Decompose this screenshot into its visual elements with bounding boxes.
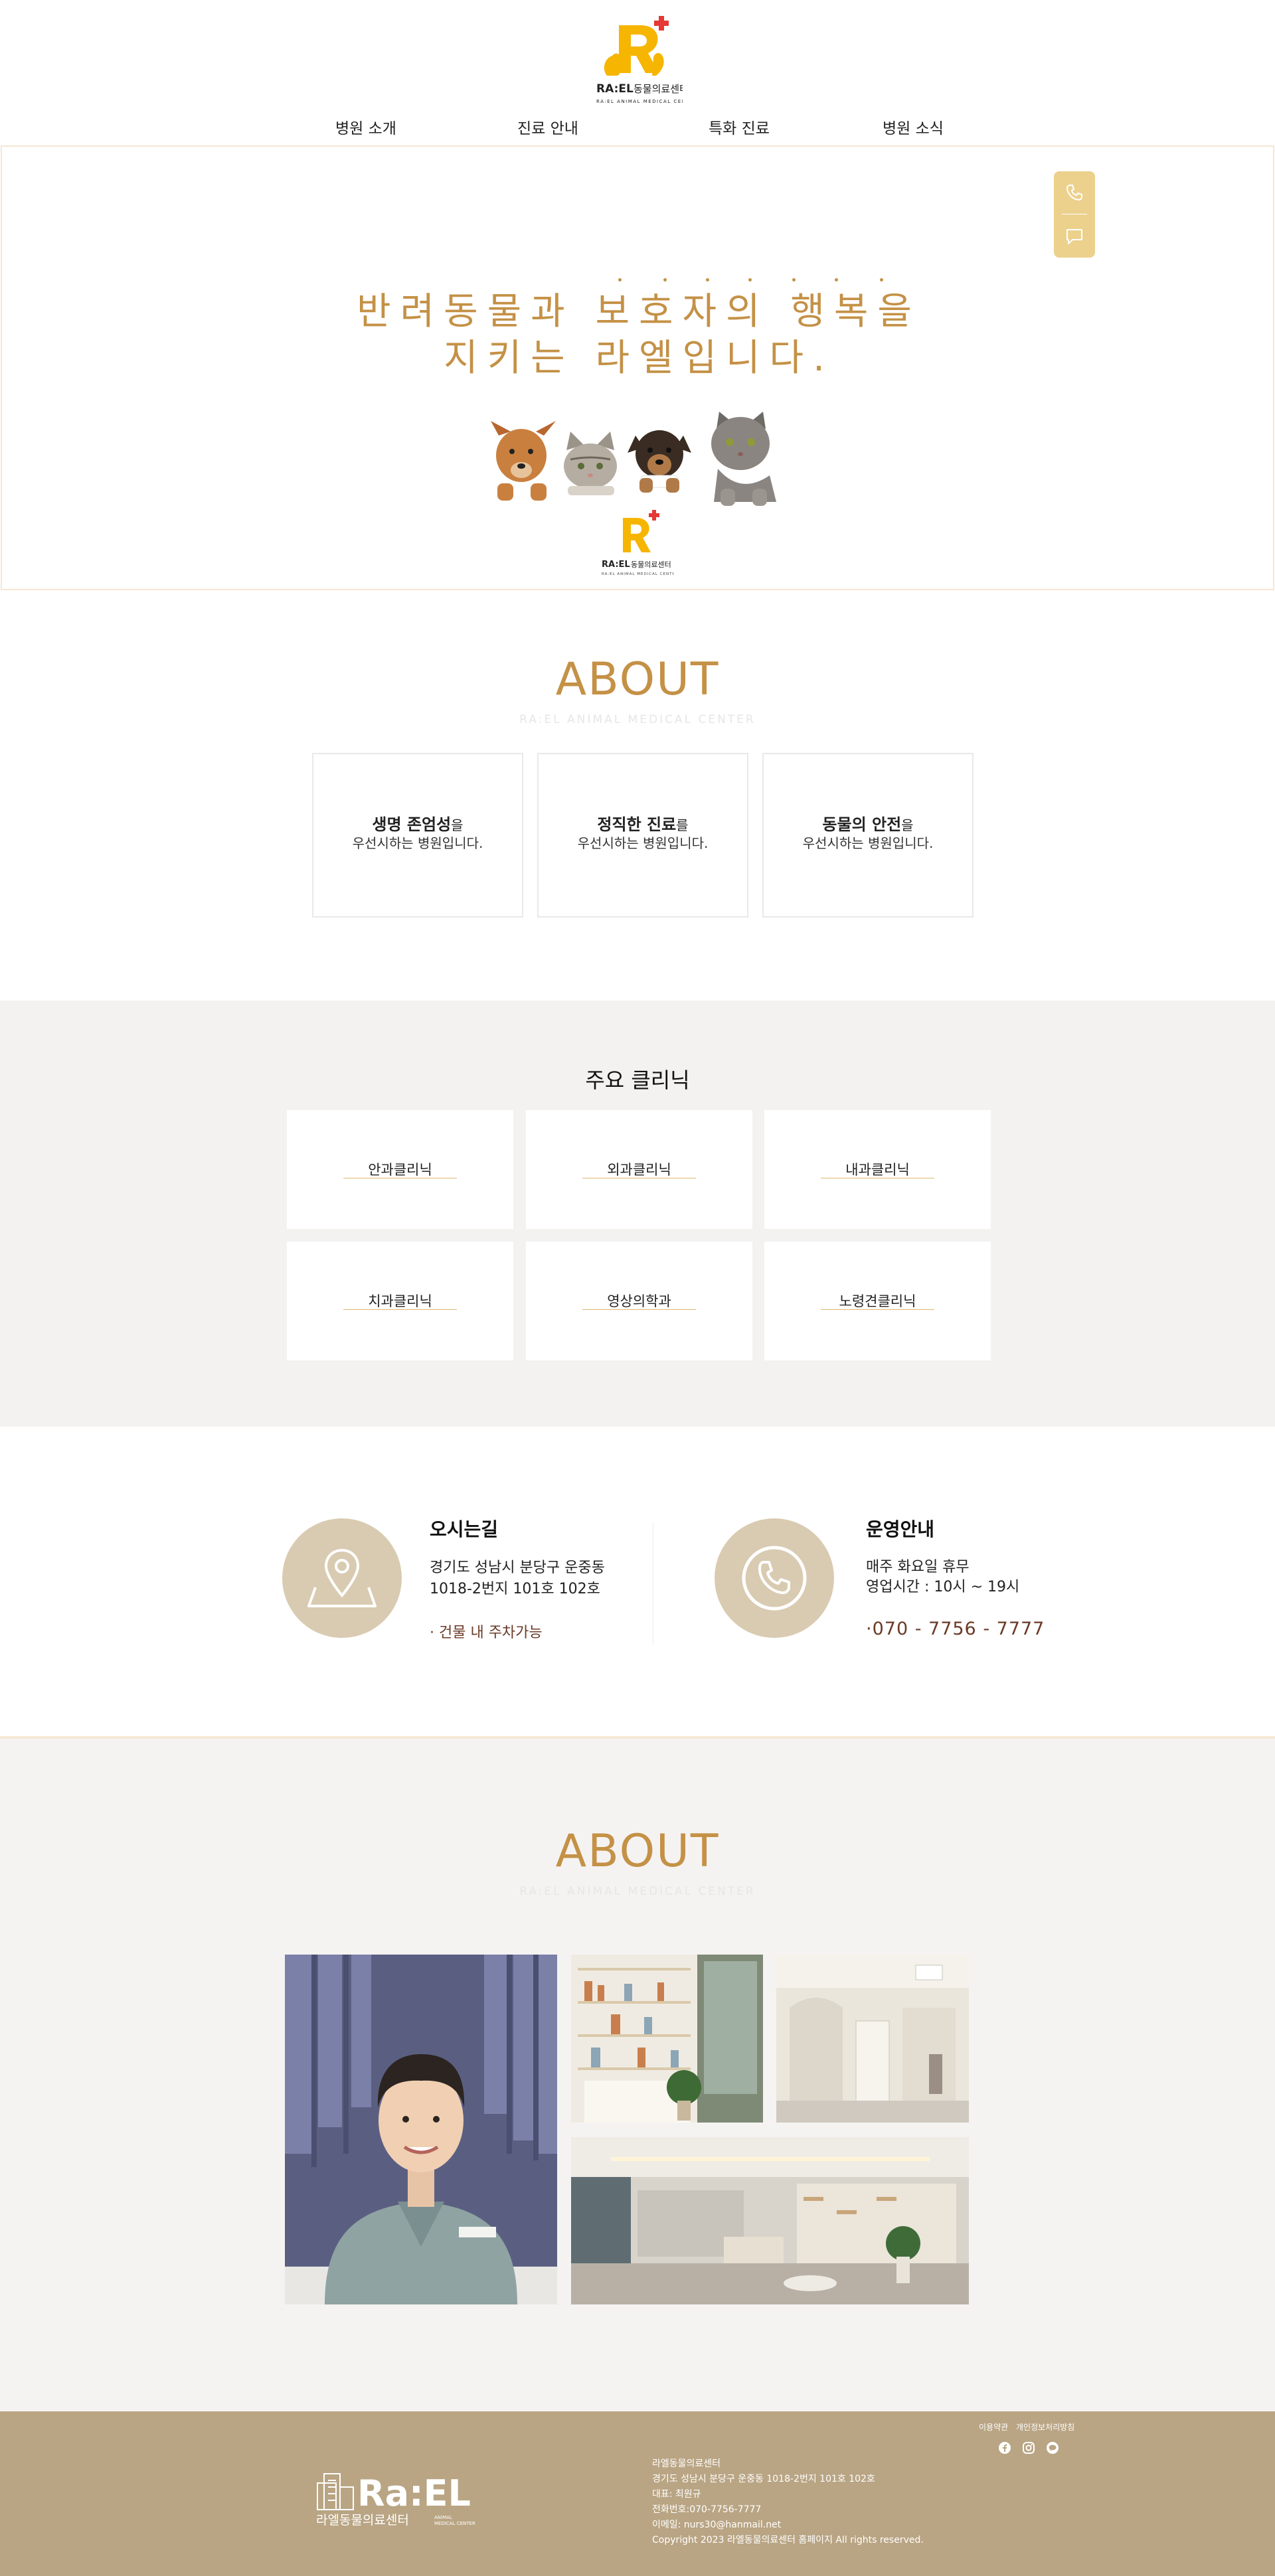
chat-button[interactable] (1054, 215, 1095, 258)
value-line2: 우선시하는 병원입니다. (577, 835, 709, 851)
clinic-card-surgery[interactable]: 외과클리닉 (526, 1110, 752, 1229)
value-rest: 를 (676, 817, 689, 833)
value-bold: 생명 존엄성 (372, 815, 452, 834)
about-subtitle: RA:EL ANIMAL MEDICAL CENTER (519, 713, 756, 726)
about-gallery-section: ABOUT RA:EL ANIMAL MEDICAL CENTER (0, 1739, 1275, 2411)
doctor-photo (285, 1955, 557, 2304)
pets-illustration (484, 409, 809, 509)
footer-copyright: Copyright 2023 라엘동물의료센터 홈페이지 All rights … (652, 2535, 924, 2545)
footer-email: 이메일: nurs30@hanmail.net (652, 2520, 782, 2530)
footer-phone: 전화번호:070-7756-7777 (652, 2504, 762, 2515)
svg-text:동물의료센터: 동물의료센터 (631, 560, 671, 569)
map-pin-icon (307, 1548, 377, 1607)
lobby-photo (571, 2137, 969, 2304)
value-bold: 동물의 안전 (822, 815, 902, 834)
location-address1: 경기도 성남시 분당구 운중동 (430, 1560, 605, 1576)
footer-logo-small2: MEDICAL CENTER (434, 2521, 475, 2526)
quick-contact-bar (1054, 171, 1095, 258)
logo-korean: 동물의료센터 (634, 83, 683, 95)
footer-info: 라엘동물의료센터 경기도 성남시 분당구 운중동 1018-2번지 101호 1… (652, 2456, 924, 2548)
footer-ceo: 대표: 최원규 (652, 2489, 701, 2500)
value-line2: 우선시하는 병원입니다. (802, 835, 934, 851)
phone-circle-icon (742, 1546, 807, 1611)
hours-open: 영업시간 : 10시 ~ 19시 (866, 1579, 1020, 1595)
terms-link[interactable]: 이용약관 (979, 2423, 1008, 2432)
clinics-title: 주요 클리닉 (585, 1068, 690, 1093)
nav-item-news[interactable]: 병원 소식 (883, 116, 944, 138)
value-rest: 을 (451, 817, 464, 833)
nav-item-special[interactable]: 특화 진료 (709, 116, 770, 138)
footer-links: 이용약관 개인정보처리방침 (979, 2421, 1080, 2433)
clinic-card-imaging[interactable]: 영상의학과 (526, 1242, 752, 1360)
value-line2: 우선시하는 병원입니다. (352, 835, 483, 851)
footer-address: 경기도 성남시 분당구 운중동 1018-2번지 101호 102호 (652, 2474, 875, 2484)
pharmacy-shelves-photo (571, 1955, 763, 2123)
logo-tagline: RA:EL ANIMAL MEDICAL CENTER (596, 99, 683, 104)
site-header: RA:EL 동물의료센터 RA:EL ANIMAL MEDICAL CENTER… (0, 0, 1275, 145)
clinic-card-internal[interactable]: 내과클리닉 (764, 1110, 991, 1229)
clinics-section: 주요 클리닉 안과클리닉 외과클리닉 내과클리닉 치과클리닉 영상의학과 노령견… (0, 1001, 1275, 1427)
clinic-label: 내과클리닉 (845, 1162, 910, 1178)
clinic-label: 외과클리닉 (607, 1162, 671, 1178)
hero-headline-line1: 반려동물과 보호자의 행복을 (357, 290, 921, 333)
clinic-card-dental[interactable]: 치과클리닉 (287, 1242, 513, 1360)
hours-title: 운영안내 (866, 1518, 935, 1540)
value-bold: 정직한 진료 (597, 815, 677, 834)
location-address2: 1018-2번지 101호 102호 (430, 1581, 600, 1597)
clinic-label: 영상의학과 (607, 1293, 671, 1309)
phone-icon (1066, 185, 1082, 201)
info-section: 오시는길 경기도 성남시 분당구 운중동 1018-2번지 101호 102호 … (0, 1427, 1275, 1737)
footer-logo-text: Ra:EL (357, 2472, 471, 2514)
instagram-icon[interactable] (1022, 2441, 1035, 2455)
clinic-card-eye[interactable]: 안과클리닉 (287, 1110, 513, 1229)
svg-text:RA:EL: RA:EL (602, 560, 630, 570)
nav-item-about[interactable]: 병원 소개 (335, 116, 396, 138)
about2-title: ABOUT (555, 1825, 720, 1878)
clinic-label: 노령견클리닉 (839, 1293, 916, 1309)
site-footer: 이용약관 개인정보처리방침 Ra:EL 라엘동물의료센터 ANIMAL MEDI… (0, 2411, 1275, 2576)
parking-note: · 건물 내 주차가능 (430, 1625, 543, 1641)
value-card-honesty: 정직한 진료를 우선시하는 병원입니다. (537, 753, 748, 918)
clinic-label: 안과클리닉 (368, 1162, 432, 1178)
hero-logo: RA:EL 동물의료센터 RA:EL ANIMAL MEDICAL CENTER (600, 509, 678, 582)
hours-circle (715, 1518, 834, 1638)
value-card-safety: 동물의 안전을 우선시하는 병원입니다. (762, 753, 974, 918)
footer-logo-korean: 라엘동물의료센터 (316, 2513, 409, 2528)
location-circle (282, 1518, 402, 1638)
brand-logo[interactable]: RA:EL 동물의료센터 RA:EL ANIMAL MEDICAL CENTER (592, 12, 697, 108)
hours-closed: 매주 화요일 휴무 (866, 1559, 970, 1575)
nav-item-guide[interactable]: 진료 안내 (517, 116, 578, 138)
social-links (998, 2441, 1064, 2456)
phone-button[interactable] (1054, 171, 1095, 214)
svg-text:RA:EL ANIMAL MEDICAL CENTER: RA:EL ANIMAL MEDICAL CENTER (602, 572, 673, 576)
phone-number[interactable]: ·070 - 7756 - 7777 (866, 1619, 1045, 1639)
hero-headline-line2: 지키는 라엘입니다. (444, 337, 834, 380)
footer-logo-small1: ANIMAL (434, 2515, 452, 2520)
hallway-photo (776, 1955, 969, 2123)
location-title: 오시는길 (430, 1518, 499, 1540)
about2-subtitle: RA:EL ANIMAL MEDICAL CENTER (519, 1885, 756, 1898)
clinic-label: 치과클리닉 (368, 1293, 432, 1309)
chat-icon (1066, 229, 1082, 244)
logo-text: RA:EL (596, 82, 634, 96)
facebook-icon[interactable] (998, 2441, 1011, 2455)
footer-company: 라엘동물의료센터 (652, 2458, 721, 2469)
main-nav: 병원 소개 진료 안내 특화 진료 병원 소식 (0, 114, 1275, 141)
talk-icon[interactable] (1046, 2441, 1059, 2455)
hero-banner: 반려동물과 보호자의 행복을 지키는 라엘입니다. RA:EL 동물의료센터 R… (1, 145, 1274, 590)
privacy-link[interactable]: 개인정보처리방침 (1016, 2423, 1074, 2432)
footer-logo: Ra:EL 라엘동물의료센터 ANIMAL MEDICAL CENTER (315, 2463, 481, 2530)
value-card-dignity: 생명 존엄성을 우선시하는 병원입니다. (312, 753, 523, 918)
value-rest: 을 (901, 817, 914, 833)
clinic-card-senior[interactable]: 노령견클리닉 (764, 1242, 991, 1360)
about-title: ABOUT (555, 653, 720, 706)
